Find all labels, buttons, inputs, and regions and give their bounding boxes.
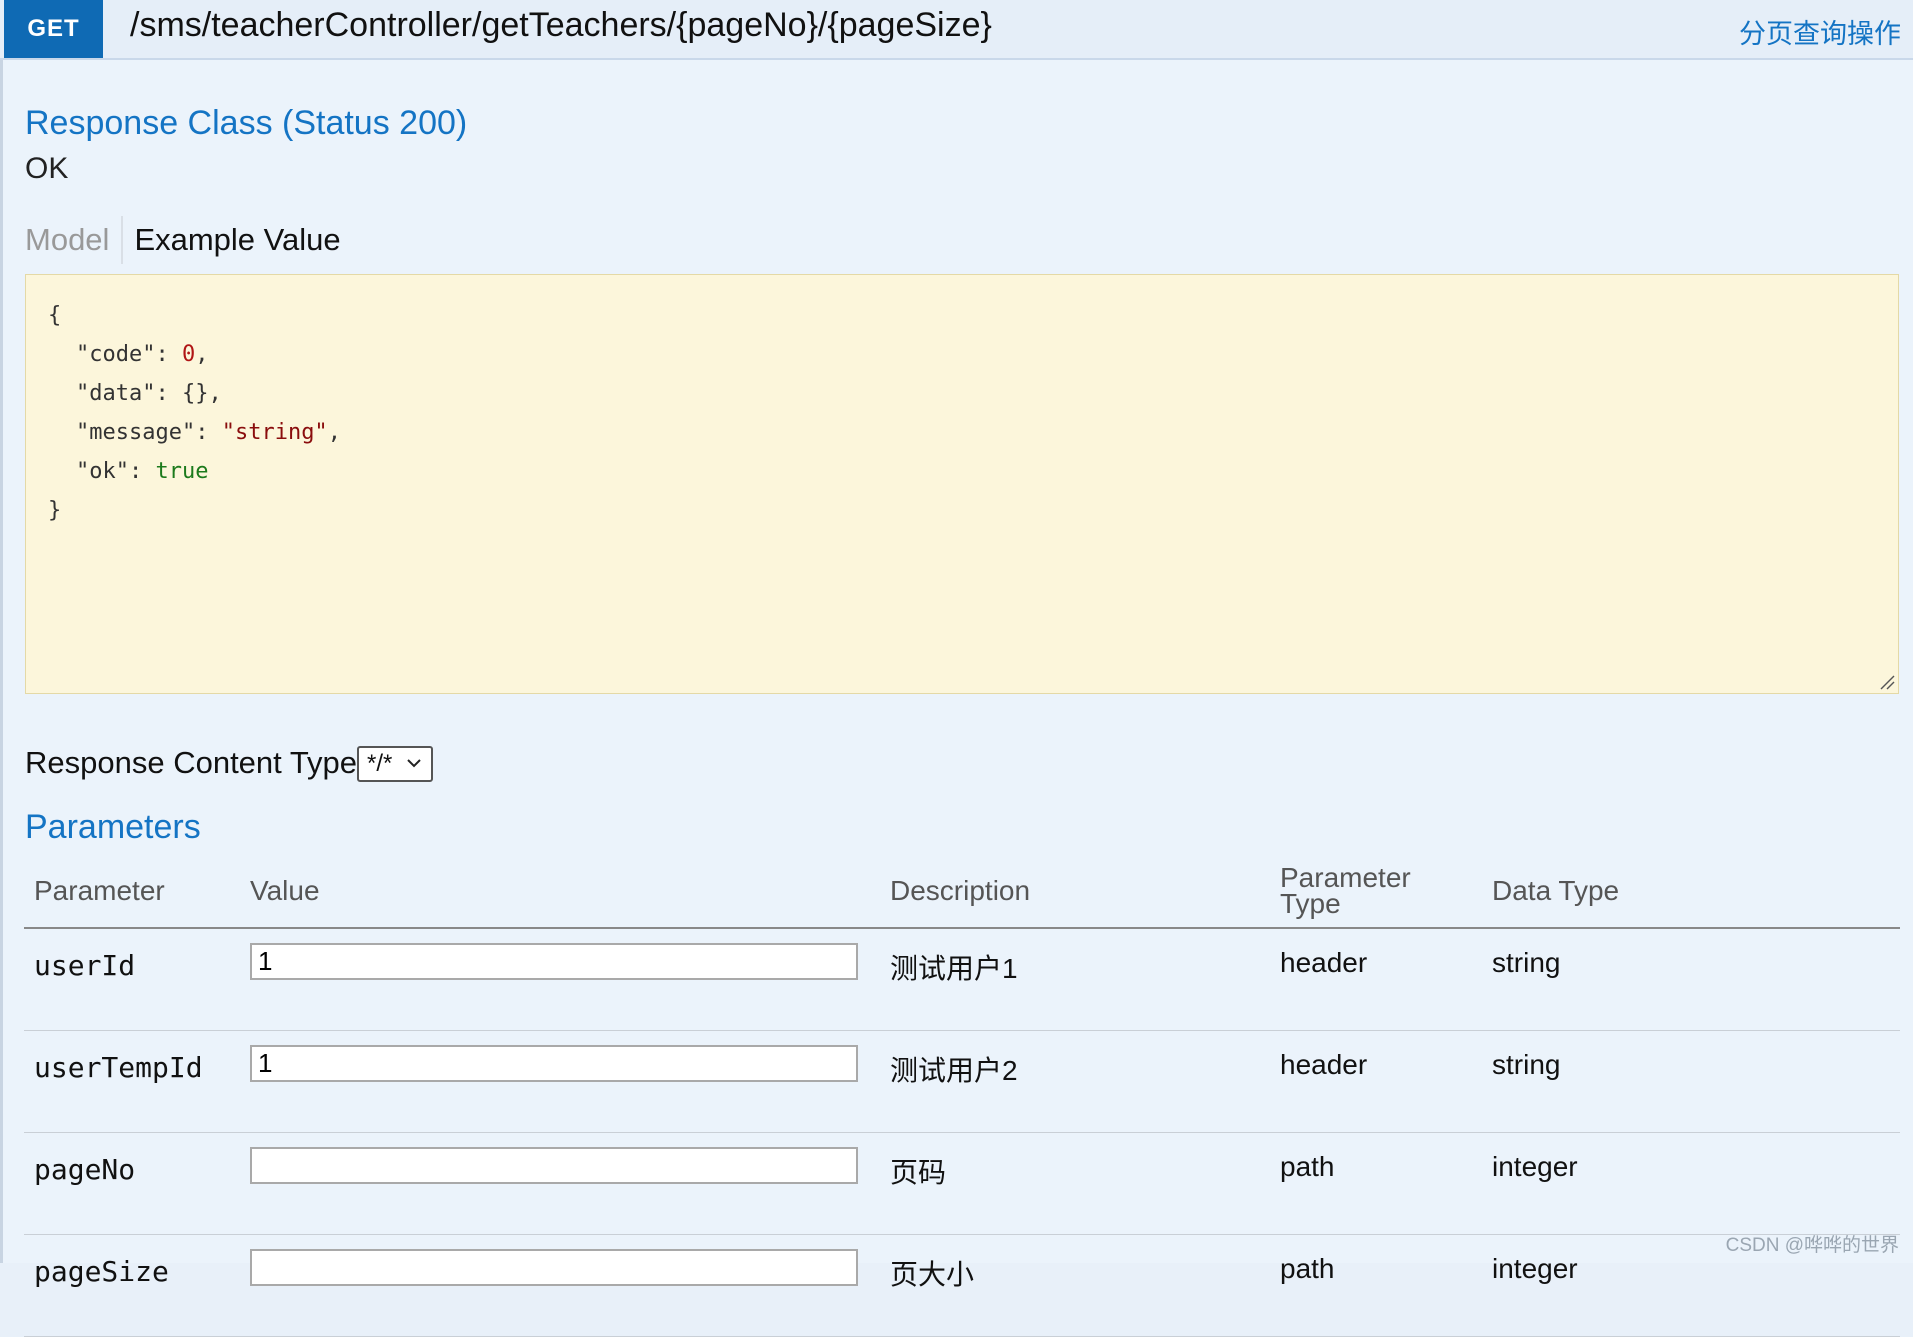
table-row: userId 测试用户1 header string [24, 928, 1900, 1031]
param-type: header [1270, 928, 1482, 1031]
response-status-text: OK [25, 152, 69, 185]
operation-summary-link[interactable]: 分页查询操作 [1739, 12, 1901, 51]
swagger-operation-panel: GET /sms/teacherController/getTeachers/{… [0, 0, 1913, 1337]
param-value-cell [240, 928, 880, 1031]
json-value: {} [181, 381, 209, 406]
param-name: pageSize [24, 1234, 240, 1337]
chevron-down-icon [407, 759, 421, 768]
select-value: */* [367, 750, 393, 777]
json-key: "ok" [76, 459, 129, 484]
table-header-row: Parameter Value Description Parameter Typ… [24, 855, 1900, 929]
parameters-heading: Parameters [25, 808, 201, 846]
endpoint-path[interactable]: /sms/teacherController/getTeachers/{page… [130, 6, 992, 45]
column-header-value: Value [240, 855, 880, 929]
param-description: 页大小 [880, 1234, 1270, 1337]
json-line-ok: "ok": true [76, 459, 209, 484]
param-input-pageno[interactable] [250, 1147, 858, 1184]
json-line-data: "data": {}, [76, 381, 222, 406]
column-header-parameter-type: Parameter Type [1270, 855, 1482, 929]
json-close-brace: } [48, 498, 62, 523]
table-row: pageSize 页大小 path integer [24, 1234, 1900, 1337]
param-input-usertempid[interactable] [250, 1045, 858, 1082]
json-value: "string" [221, 420, 328, 445]
param-description: 测试用户1 [880, 928, 1270, 1031]
param-data-type: integer [1482, 1132, 1900, 1235]
param-name: userTempId [24, 1030, 240, 1133]
json-key: "message" [76, 420, 196, 445]
json-line-message: "message": "string", [76, 420, 341, 445]
panel-left-border [0, 0, 3, 1263]
param-value-cell [240, 1132, 880, 1235]
response-content-type-label: Response Content Type [25, 745, 358, 780]
param-type: header [1270, 1030, 1482, 1133]
param-input-userid[interactable] [250, 943, 858, 980]
watermark: CSDN @哗哗的世界 [1725, 1235, 1899, 1256]
json-value: 0 [181, 342, 196, 367]
http-method-badge[interactable]: GET [4, 0, 103, 58]
param-input-pagesize[interactable] [250, 1249, 858, 1286]
response-class-heading: Response Class (Status 200) [25, 104, 468, 142]
tab-model[interactable]: Model [25, 222, 121, 258]
param-description: 测试用户2 [880, 1030, 1270, 1133]
response-content-type-select[interactable]: */* [357, 746, 433, 782]
param-data-type: string [1482, 1030, 1900, 1133]
column-header-description: Description [880, 855, 1270, 929]
column-header-data-type: Data Type [1482, 855, 1900, 929]
json-line-code: "code": 0, [76, 342, 209, 367]
param-value-cell [240, 1030, 880, 1133]
param-name: userId [24, 928, 240, 1031]
param-data-type: string [1482, 928, 1900, 1031]
ptype-line2: Type [1280, 888, 1341, 919]
column-header-parameter: Parameter [24, 855, 240, 929]
param-type: path [1270, 1234, 1482, 1337]
tab-example-value[interactable]: Example Value [123, 222, 352, 258]
json-key: "data" [76, 381, 156, 406]
param-name: pageNo [24, 1132, 240, 1235]
param-type: path [1270, 1132, 1482, 1235]
resize-grip-icon[interactable] [1879, 674, 1895, 690]
signature-tabs: Model Example Value [25, 216, 353, 264]
example-value-box[interactable]: { "code": 0, "data": {}, "message": "str… [25, 274, 1899, 694]
json-value: true [155, 459, 209, 484]
json-open-brace: { [48, 303, 62, 328]
operation-header[interactable]: GET /sms/teacherController/getTeachers/{… [0, 0, 1913, 60]
param-value-cell [240, 1234, 880, 1337]
table-row: pageNo 页码 path integer [24, 1132, 1900, 1235]
table-row: userTempId 测试用户2 header string [24, 1030, 1900, 1133]
param-description: 页码 [880, 1132, 1270, 1235]
parameters-table: Parameter Value Description Parameter Typ… [24, 855, 1900, 1337]
json-key: "code" [76, 342, 156, 367]
